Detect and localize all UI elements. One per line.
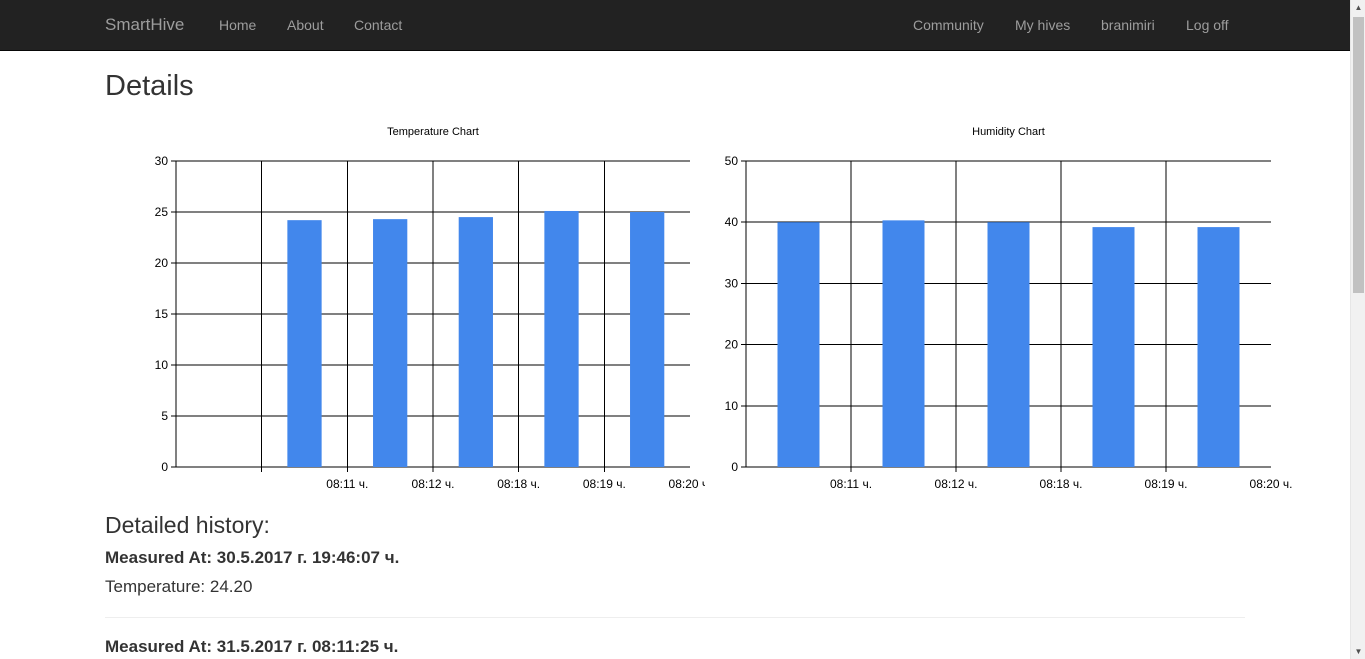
- nav-log-off-link[interactable]: Log off: [1186, 17, 1229, 33]
- bar: [1197, 227, 1240, 467]
- top-navbar: SmartHive Home About Contact Community M…: [0, 0, 1350, 51]
- history-measured-at: Measured At: 30.5.2017 г. 19:46:07 ч.: [105, 548, 400, 567]
- y-tick-label: 30: [155, 154, 169, 168]
- y-tick-label: 20: [725, 338, 739, 352]
- nav-my-hives-link[interactable]: My hives: [1015, 17, 1070, 33]
- y-tick-label: 10: [725, 399, 739, 413]
- chart-title: Temperature Chart: [387, 126, 479, 138]
- bar: [1092, 227, 1135, 467]
- bar: [544, 210, 579, 467]
- nav-community-link[interactable]: Community: [913, 17, 984, 33]
- nav-contact-link[interactable]: Contact: [354, 17, 402, 33]
- y-tick-label: 0: [731, 460, 738, 474]
- y-tick-label: 0: [161, 460, 168, 474]
- y-tick-label: 5: [161, 409, 168, 423]
- chart-title: Humidity Chart: [972, 126, 1045, 138]
- x-tick-label: 08:20 ч.: [1250, 477, 1293, 491]
- nav-user-link[interactable]: branimiri: [1101, 17, 1155, 33]
- y-tick-label: 15: [155, 307, 169, 321]
- humidity-chart: Humidity Chart 0 10 20 30 40 50 08:11 ч. 08:12 ч…: [725, 126, 1293, 491]
- page-title: Details: [105, 70, 194, 102]
- y-tick-label: 20: [155, 256, 169, 270]
- vertical-scrollbar[interactable]: ▲ ▼: [1350, 0, 1365, 659]
- y-tick-label: 40: [725, 215, 739, 229]
- scroll-thumb[interactable]: [1353, 17, 1364, 293]
- scroll-down-icon[interactable]: ▼: [1351, 644, 1365, 659]
- x-tick-label: 08:12 ч.: [935, 477, 978, 491]
- x-tick-label: 08:20 ч.: [669, 477, 705, 491]
- y-tick-label: 10: [155, 358, 169, 372]
- history-measured-at: Measured At: 31.5.2017 г. 08:11:25 ч.: [105, 637, 399, 656]
- x-tick-label: 08:11 ч.: [830, 477, 872, 491]
- x-tick-label: 08:11 ч.: [326, 477, 368, 491]
- y-tick-label: 50: [725, 154, 739, 168]
- bar: [777, 222, 820, 467]
- x-tick-label: 08:19 ч.: [583, 477, 626, 491]
- bar: [882, 220, 925, 467]
- bar: [987, 222, 1030, 467]
- brand-link[interactable]: SmartHive: [105, 15, 184, 35]
- y-tick-label: 30: [725, 276, 739, 290]
- y-tick-label: 25: [155, 205, 169, 219]
- nav-about-link[interactable]: About: [287, 17, 324, 33]
- history-temperature: Temperature: 24.20: [105, 577, 253, 596]
- x-tick-label: 08:18 ч.: [497, 477, 540, 491]
- x-tick-label: 08:19 ч.: [1145, 477, 1188, 491]
- bar: [287, 220, 322, 467]
- x-tick-label: 08:12 ч.: [412, 477, 455, 491]
- history-divider: [105, 617, 1245, 618]
- nav-home-link[interactable]: Home: [219, 17, 256, 33]
- temperature-chart: Temperature Chart 0 5 10 15 20 25 30 08:11 ч. 08:…: [155, 126, 705, 491]
- bar: [373, 219, 408, 467]
- scroll-up-icon[interactable]: ▲: [1351, 0, 1365, 15]
- bar: [630, 212, 665, 467]
- history-section-title: Detailed history:: [105, 512, 270, 538]
- bar: [458, 217, 493, 467]
- x-tick-label: 08:18 ч.: [1040, 477, 1083, 491]
